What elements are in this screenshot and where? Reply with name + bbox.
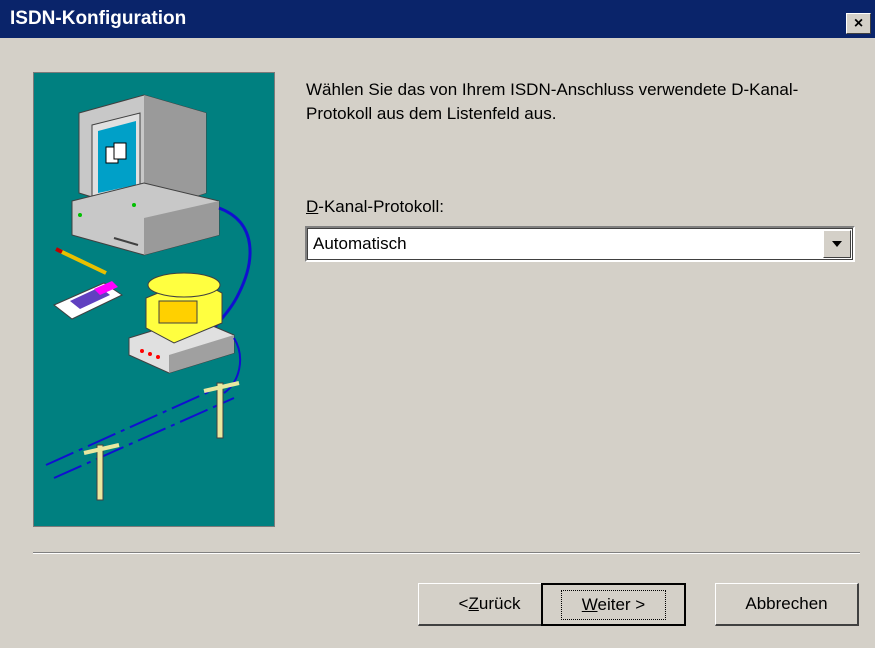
back-button-prefix: < <box>458 594 469 613</box>
cancel-button[interactable]: Abbrechen <box>715 583 859 626</box>
close-icon: × <box>853 14 864 32</box>
chevron-down-icon <box>832 241 842 247</box>
window-title: ISDN-Konfiguration <box>10 8 187 29</box>
protocol-label: D-Kanal-Protokoll: <box>306 197 444 217</box>
title-bar: ISDN-Konfiguration × <box>0 0 875 38</box>
back-button-text: urück <box>478 594 521 613</box>
protocol-label-text: -Kanal-Protokoll: <box>318 197 444 216</box>
protocol-selected-value: Automatisch <box>313 234 407 253</box>
next-button-text: eiter > <box>597 594 646 614</box>
next-button-focus: Weiter > <box>560 589 667 620</box>
close-button[interactable]: × <box>846 13 871 34</box>
wizard-illustration <box>33 72 275 527</box>
next-button[interactable]: Weiter > <box>541 583 686 626</box>
footer-divider <box>33 552 860 554</box>
protocol-label-mnemonic: D <box>306 197 319 216</box>
dropdown-arrow-button[interactable] <box>823 230 851 258</box>
instruction-text: Wählen Sie das von Ihrem ISDN-Anschluss … <box>306 80 799 123</box>
protocol-dropdown[interactable]: Automatisch <box>305 226 855 262</box>
next-button-mnemonic: W <box>581 594 598 614</box>
back-button-mnemonic: Z <box>468 594 479 613</box>
computer-phone-wire-illustration <box>45 94 252 501</box>
